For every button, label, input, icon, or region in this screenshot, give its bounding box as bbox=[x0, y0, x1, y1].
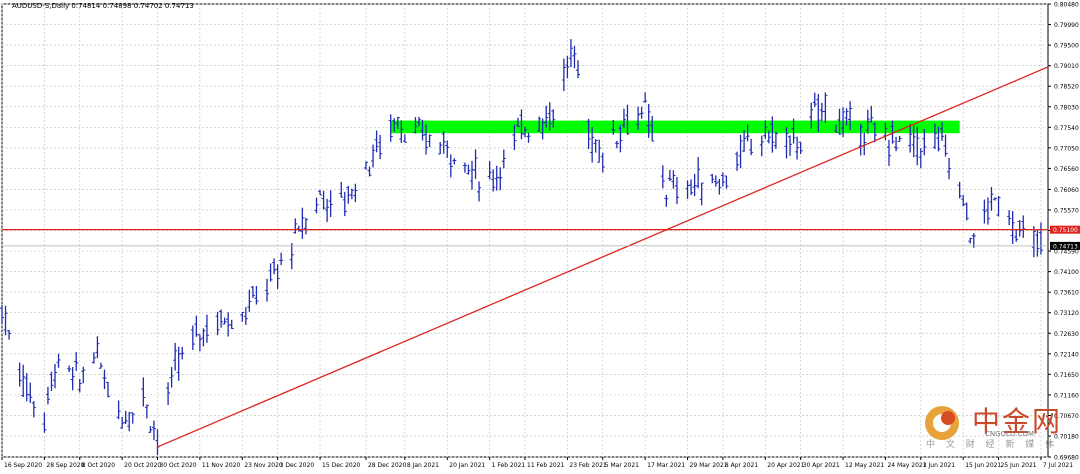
x-tick-label: 28 Dec 2020 bbox=[368, 462, 407, 469]
x-tick-label: 20 Oct 2020 bbox=[124, 462, 161, 469]
x-tick-label: 28 Sep 2020 bbox=[46, 462, 84, 469]
y-tick-label: 0.75570 bbox=[1054, 207, 1079, 214]
x-tick-label: 3 Jun 2021 bbox=[923, 462, 955, 469]
level-price-label: 0.75100 bbox=[1053, 227, 1078, 234]
y-tick-label: 0.74100 bbox=[1054, 269, 1079, 276]
y-tick-label: 0.72140 bbox=[1054, 351, 1079, 358]
x-tick-label: 30 Oct 2020 bbox=[159, 462, 196, 469]
y-tick-label: 0.80480 bbox=[1054, 2, 1079, 9]
price-bars bbox=[0, 39, 1043, 456]
y-tick-label: 0.73610 bbox=[1054, 290, 1079, 297]
price-chart[interactable]: 0.80480 0.79990 0.79500 0.79010 0.78520 0.780… bbox=[0, 0, 1080, 474]
y-tick-label: 0.79010 bbox=[1054, 63, 1079, 70]
x-tick-label: 1 Feb 2021 bbox=[492, 462, 526, 469]
y-tick-label: 0.78030 bbox=[1054, 104, 1079, 111]
x-tick-label: 17 Mar 2021 bbox=[647, 462, 685, 469]
x-tick-label: 12 May 2021 bbox=[845, 462, 884, 469]
x-tick-label: 15 Dec 2020 bbox=[322, 462, 361, 469]
y-tick-label: 0.69680 bbox=[1054, 455, 1079, 462]
x-tick-label: 5 Mar 2021 bbox=[605, 462, 639, 469]
current-price-label: 0.74713 bbox=[1053, 243, 1078, 250]
x-tick-label: 7 Jul 2021 bbox=[1043, 462, 1073, 469]
x-tick-label: 3 Dec 2020 bbox=[280, 462, 315, 469]
x-tick-label: 11 Nov 2020 bbox=[202, 462, 241, 469]
y-tick-label: 0.79500 bbox=[1054, 43, 1079, 50]
x-tick-label: 11 Feb 2021 bbox=[527, 462, 565, 469]
x-tick-label: 24 May 2021 bbox=[887, 462, 926, 469]
y-tick-label: 0.73120 bbox=[1054, 310, 1079, 317]
y-tick-label: 0.78520 bbox=[1054, 84, 1079, 91]
x-tick-label: 20 Jan 2021 bbox=[449, 462, 485, 469]
x-tick-label: 30 Apr 2021 bbox=[803, 462, 840, 469]
x-tick-label: 8 Oct 2020 bbox=[82, 462, 115, 469]
x-tick-label: 15 Jun 2021 bbox=[965, 462, 1001, 469]
x-axis: 16 Sep 2020 28 Sep 20208 Oct 2020 20 Oct 2… bbox=[1, 457, 1073, 469]
y-tick-label: 0.76560 bbox=[1054, 166, 1079, 173]
x-tick-label: 29 Mar 2021 bbox=[690, 462, 728, 469]
x-tick-label: 8 Jan 2021 bbox=[407, 462, 439, 469]
chart-title: AUDUSD-S,Daily 0.74814 0.74898 0.74702 0… bbox=[12, 2, 194, 10]
y-tick-label: 0.72630 bbox=[1054, 331, 1079, 338]
y-tick-label: 0.77540 bbox=[1054, 125, 1079, 132]
x-tick-label: 23 Feb 2021 bbox=[569, 462, 607, 469]
x-tick-label: 23 Nov 2020 bbox=[244, 462, 283, 469]
x-tick-label: 25 Jun 2021 bbox=[1001, 462, 1037, 469]
x-tick-label: 20 Apr 2021 bbox=[767, 462, 804, 469]
x-tick-label: 8 Apr 2021 bbox=[725, 462, 758, 469]
y-tick-label: 0.77050 bbox=[1054, 145, 1079, 152]
x-tick-label: 16 Sep 2020 bbox=[4, 462, 42, 469]
watermark-subtitle: 中 文 财 经 新 媒 体 bbox=[926, 440, 1059, 450]
y-tick-label: 0.76060 bbox=[1054, 187, 1079, 194]
y-axis: 0.80480 0.79990 0.79500 0.79010 0.78520 0.780… bbox=[1048, 2, 1080, 462]
y-tick-label: 0.71650 bbox=[1054, 372, 1079, 379]
chart-grid bbox=[1, 3, 1049, 458]
y-tick-label: 0.79990 bbox=[1054, 22, 1079, 29]
